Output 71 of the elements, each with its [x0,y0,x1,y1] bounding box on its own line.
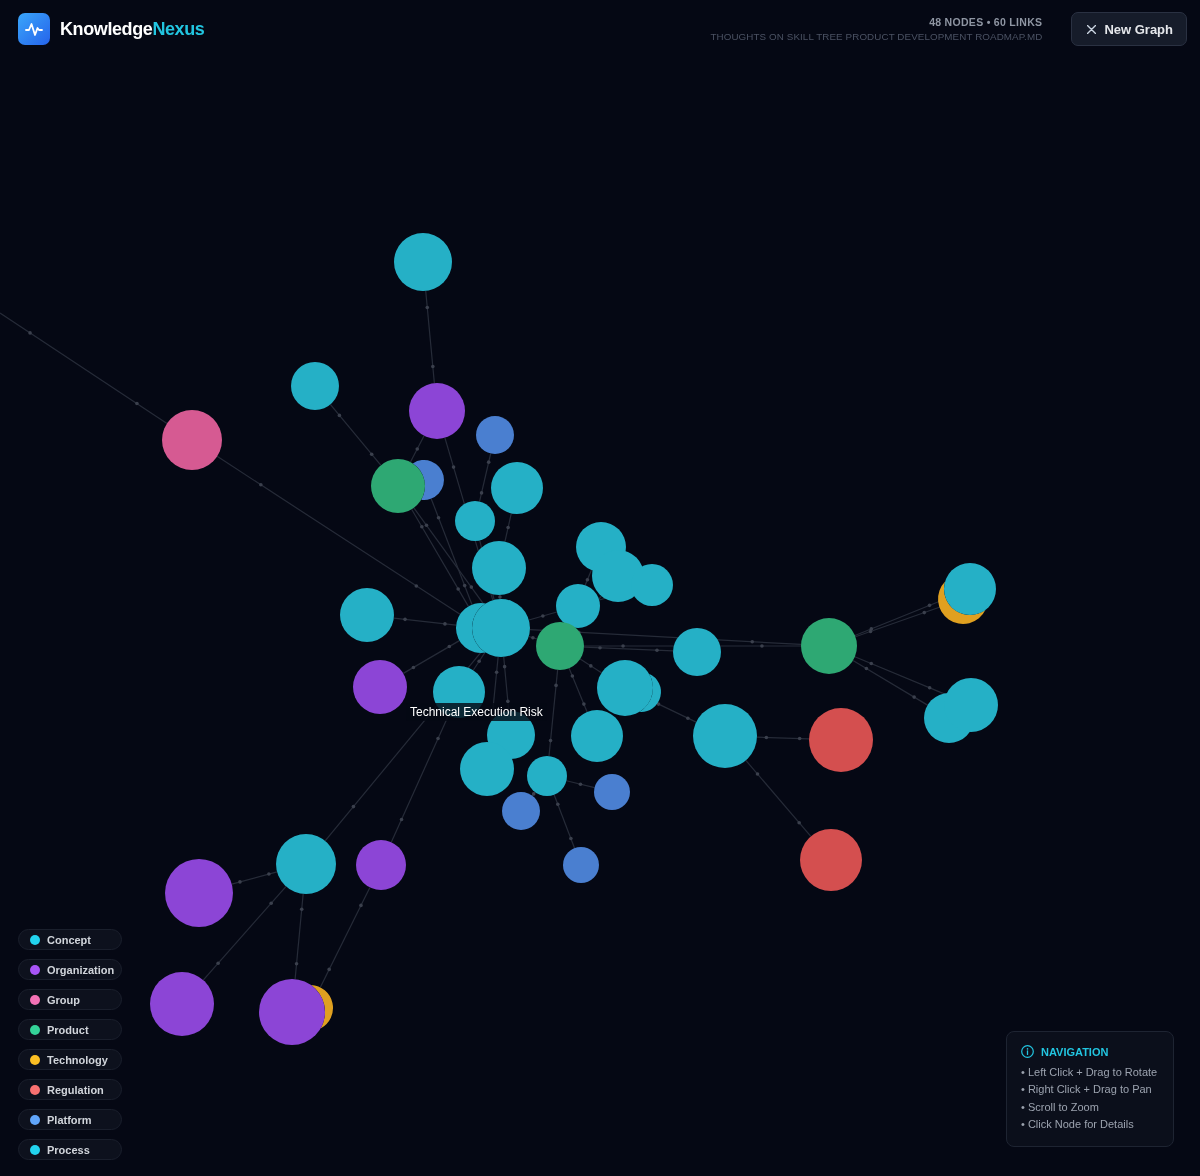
graph-node[interactable] [527,756,567,796]
navigation-tip: • Left Click + Drag to Rotate [1021,1065,1159,1080]
new-graph-button[interactable]: New Graph [1071,12,1187,46]
graph-node[interactable] [556,584,600,628]
link-line [528,611,558,621]
graph-node[interactable] [165,859,233,927]
legend-item[interactable]: Concept [18,929,122,950]
graph-node[interactable] [594,774,630,810]
legend-label: Organization [47,963,115,976]
legend-item[interactable]: Regulation [18,1079,122,1100]
graph-node[interactable] [162,410,222,470]
graph-node[interactable] [455,501,495,541]
logo-icon [18,13,50,45]
graph-node[interactable] [673,628,721,676]
graph-node[interactable] [801,618,857,674]
graph-node[interactable] [938,581,986,624]
graph-node[interactable] [944,563,996,615]
graph-node[interactable] [276,834,336,894]
graph-node[interactable] [571,710,623,762]
legend-label: Process [47,1143,90,1156]
legend-item[interactable]: Organization [18,959,122,980]
graph-node[interactable] [340,588,394,642]
graph-node[interactable] [491,462,543,514]
graph-stats: 48 NODES • 60 LINKS [929,16,1043,28]
graph-node[interactable] [631,564,673,606]
graph-node[interactable] [412,460,444,500]
graph-node[interactable] [563,847,599,883]
graph-node[interactable] [353,660,407,714]
graph-node[interactable] [460,742,514,796]
link-line [565,780,596,789]
legend-item[interactable]: Technology [18,1049,122,1070]
app-title: KnowledgeNexus [60,18,205,40]
graph-node[interactable] [259,979,325,1045]
graph-node[interactable] [693,704,757,768]
info-icon [1021,1045,1034,1058]
legend-item[interactable]: Platform [18,1109,122,1130]
legend-label: Technology [47,1053,108,1066]
graph-node[interactable] [356,840,406,890]
graph-node[interactable] [809,708,873,772]
graph-node[interactable] [394,233,452,291]
graph-node[interactable] [409,383,465,439]
navigation-tip: • Scroll to Zoom [1021,1099,1100,1115]
legend-label: Concept [47,933,91,946]
graph-node[interactable] [456,603,486,653]
navigation-title: NAVIGATION [1041,1045,1109,1058]
link-line [553,794,576,849]
legend-label: Regulation [47,1083,104,1096]
legend-label: Product [47,1023,89,1036]
legend-item[interactable]: Process [18,1139,122,1160]
graph-node[interactable] [476,416,514,454]
legend-label: Group [47,993,80,1006]
graph-node[interactable] [291,362,339,410]
legend-item[interactable]: Product [18,1019,122,1040]
close-icon [1087,24,1097,34]
graph-node[interactable] [536,622,584,670]
graph-node[interactable] [944,678,998,732]
graph-node[interactable] [502,792,540,830]
graph-node[interactable] [472,541,526,595]
navigation-tip: • Right Click + Drag to Pan [1021,1082,1153,1098]
legend-label: Platform [47,1113,92,1126]
graph-node[interactable] [800,829,862,891]
graph-node[interactable] [150,972,214,1036]
graph-node[interactable] [371,459,425,513]
navigation-tip: • Click Node for Details [1021,1117,1135,1133]
graph-node[interactable] [311,985,333,1029]
graph-node[interactable] [639,673,661,712]
link-line [756,735,810,741]
link-line [504,512,512,543]
legend-item[interactable]: Group [18,989,122,1010]
file-name: THOUGHTS ON SKILL TREE PRODUCT DEVELOPMENT ROADMAP.MD [710,31,1043,42]
link-line [393,617,457,626]
